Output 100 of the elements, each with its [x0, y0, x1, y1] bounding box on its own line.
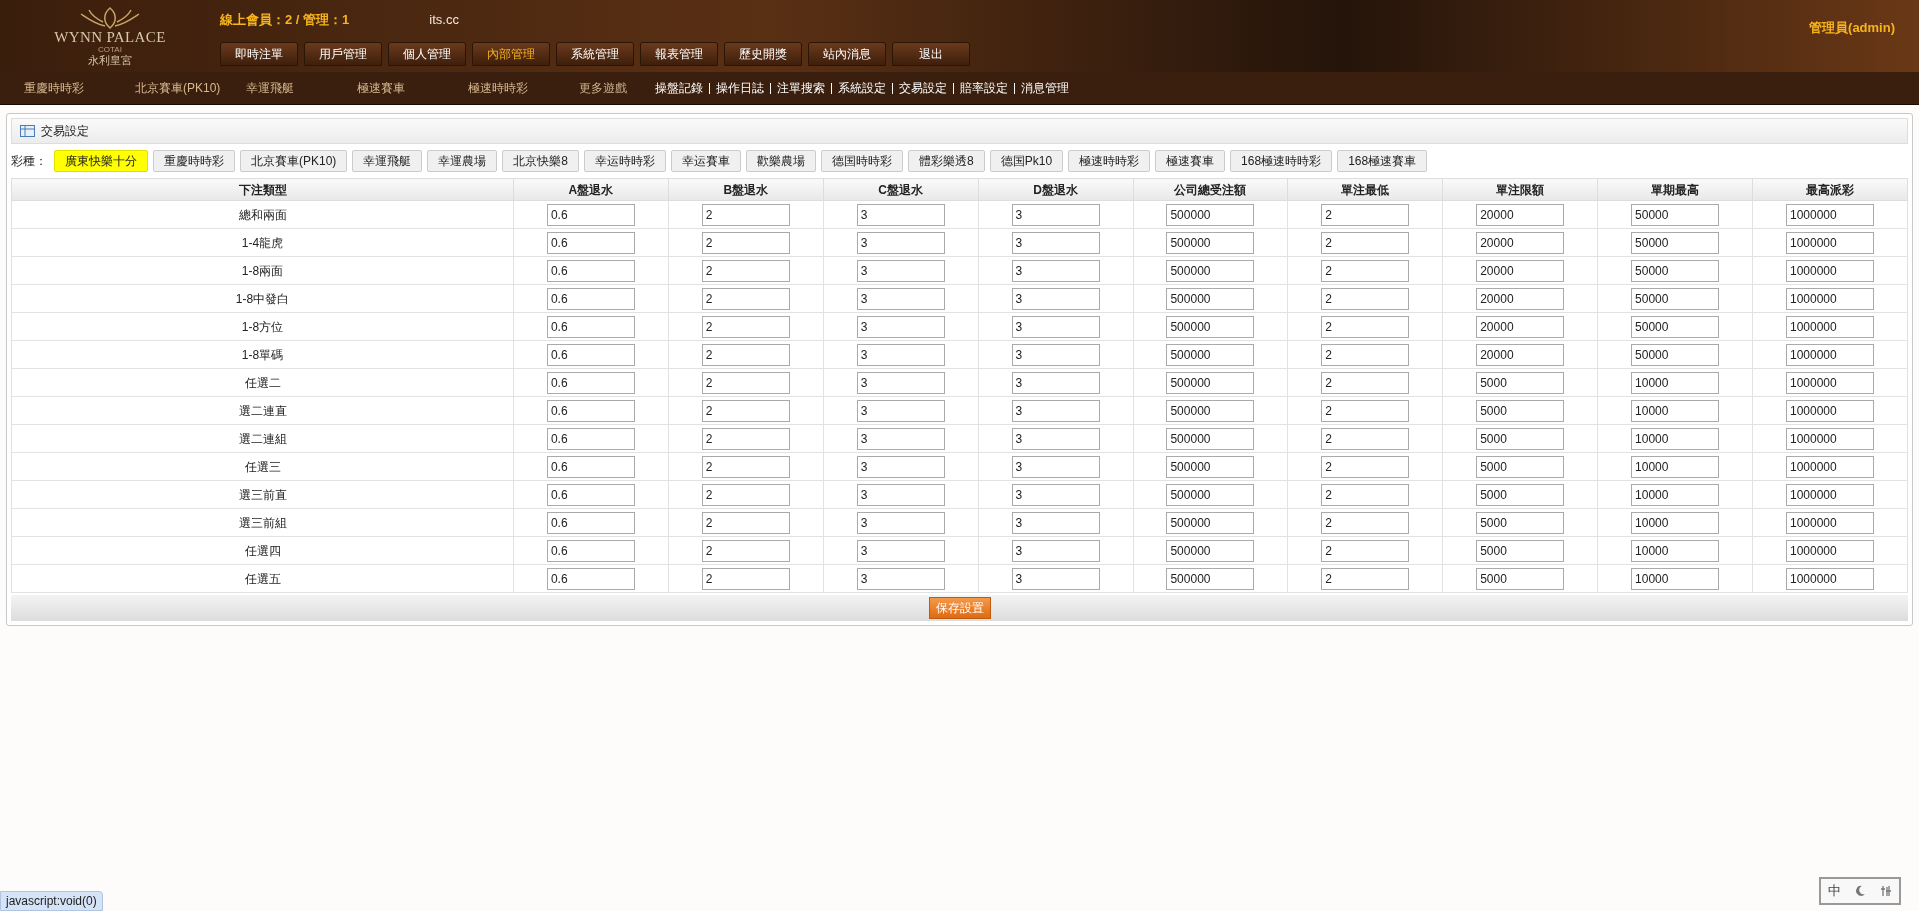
value-field[interactable]: 3: [856, 371, 945, 394]
value-field[interactable]: 2: [1321, 399, 1410, 422]
value-field[interactable]: 3: [1011, 343, 1100, 366]
value-field[interactable]: 500000: [1166, 259, 1255, 282]
lottery-tab[interactable]: 體彩樂透8: [908, 150, 985, 172]
menu-button[interactable]: 用戶管理: [304, 42, 382, 66]
value-field[interactable]: 10000: [1631, 539, 1720, 562]
value-field[interactable]: 0.6: [546, 259, 635, 282]
value-field[interactable]: 500000: [1166, 315, 1255, 338]
lottery-tab[interactable]: 廣東快樂十分: [54, 150, 148, 172]
value-field[interactable]: 3: [1011, 231, 1100, 254]
value-field[interactable]: 1000000: [1786, 287, 1874, 310]
value-field[interactable]: 2: [1321, 567, 1410, 590]
value-field[interactable]: 500000: [1166, 399, 1255, 422]
admin-link[interactable]: 注單搜索: [777, 79, 825, 97]
value-field[interactable]: 3: [856, 455, 945, 478]
lottery-tab[interactable]: 幸運飛艇: [352, 150, 423, 172]
value-field[interactable]: 2: [1321, 259, 1410, 282]
value-field[interactable]: 5000: [1476, 399, 1565, 422]
value-field[interactable]: 10000: [1631, 567, 1720, 590]
value-field[interactable]: 0.6: [546, 315, 635, 338]
value-field[interactable]: 3: [856, 539, 945, 562]
value-field[interactable]: 2: [701, 343, 790, 366]
value-field[interactable]: 1000000: [1786, 539, 1874, 562]
admin-link[interactable]: 操盤記錄: [655, 79, 703, 97]
game-link[interactable]: 極速賽車: [357, 79, 468, 97]
value-field[interactable]: 3: [856, 511, 945, 534]
value-field[interactable]: 10000: [1631, 455, 1720, 478]
value-field[interactable]: 0.6: [546, 203, 635, 226]
value-field[interactable]: 5000: [1476, 427, 1565, 450]
lottery-tab[interactable]: 幸运時時彩: [584, 150, 667, 172]
value-field[interactable]: 0.6: [546, 539, 635, 562]
value-field[interactable]: 3: [1011, 203, 1100, 226]
value-field[interactable]: 1000000: [1786, 455, 1874, 478]
value-field[interactable]: 2: [701, 399, 790, 422]
value-field[interactable]: 5000: [1476, 567, 1565, 590]
value-field[interactable]: 20000: [1476, 287, 1565, 310]
lottery-tab[interactable]: 168極速時時彩: [1230, 150, 1333, 172]
game-link[interactable]: 極速時時彩: [468, 79, 579, 97]
value-field[interactable]: 20000: [1476, 259, 1565, 282]
admin-link[interactable]: 賠率設定: [960, 79, 1008, 97]
value-field[interactable]: 2: [1321, 539, 1410, 562]
value-field[interactable]: 3: [856, 231, 945, 254]
value-field[interactable]: 5000: [1476, 511, 1565, 534]
value-field[interactable]: 2: [701, 539, 790, 562]
lottery-tab[interactable]: 德国Pk10: [989, 150, 1064, 172]
lottery-tab[interactable]: 168極速賽車: [1337, 150, 1428, 172]
value-field[interactable]: 2: [1321, 231, 1410, 254]
value-field[interactable]: 1000000: [1786, 399, 1874, 422]
value-field[interactable]: 2: [1321, 483, 1410, 506]
menu-button[interactable]: 退出: [892, 42, 970, 66]
value-field[interactable]: 500000: [1166, 539, 1255, 562]
value-field[interactable]: 20000: [1476, 315, 1565, 338]
value-field[interactable]: 1000000: [1786, 427, 1874, 450]
settings-icon[interactable]: [1880, 885, 1893, 897]
value-field[interactable]: 2: [701, 455, 790, 478]
value-field[interactable]: 1000000: [1786, 511, 1874, 534]
value-field[interactable]: 500000: [1166, 203, 1255, 226]
lottery-tab[interactable]: 北京快樂8: [502, 150, 580, 172]
menu-button[interactable]: 站內消息: [808, 42, 886, 66]
game-link[interactable]: 北京賽車(PK10): [135, 79, 246, 97]
value-field[interactable]: 0.6: [546, 231, 635, 254]
value-field[interactable]: 3: [1011, 287, 1100, 310]
value-field[interactable]: 2: [701, 203, 790, 226]
game-link[interactable]: 幸運飛艇: [246, 79, 357, 97]
menu-button[interactable]: 即時注單: [220, 42, 298, 66]
value-field[interactable]: 500000: [1166, 371, 1255, 394]
value-field[interactable]: 2: [701, 427, 790, 450]
value-field[interactable]: 2: [1321, 287, 1410, 310]
value-field[interactable]: 5000: [1476, 371, 1565, 394]
lottery-tab[interactable]: 幸运賽車: [671, 150, 742, 172]
value-field[interactable]: 3: [856, 315, 945, 338]
value-field[interactable]: 500000: [1166, 231, 1255, 254]
value-field[interactable]: 1000000: [1786, 371, 1874, 394]
value-field[interactable]: 3: [856, 287, 945, 310]
value-field[interactable]: 50000: [1631, 259, 1720, 282]
admin-link[interactable]: 交易設定: [899, 79, 947, 97]
menu-button[interactable]: 內部管理: [472, 42, 550, 66]
value-field[interactable]: 500000: [1166, 567, 1255, 590]
value-field[interactable]: 2: [701, 287, 790, 310]
lottery-tab[interactable]: 德国時時彩: [821, 150, 904, 172]
value-field[interactable]: 2: [701, 371, 790, 394]
value-field[interactable]: 2: [1321, 371, 1410, 394]
menu-button[interactable]: 報表管理: [640, 42, 718, 66]
value-field[interactable]: 10000: [1631, 511, 1720, 534]
lottery-tab[interactable]: 極速時時彩: [1068, 150, 1151, 172]
value-field[interactable]: 2: [701, 567, 790, 590]
lottery-tab[interactable]: 極速賽車: [1155, 150, 1226, 172]
value-field[interactable]: 3: [1011, 427, 1100, 450]
value-field[interactable]: 0.6: [546, 511, 635, 534]
value-field[interactable]: 2: [701, 315, 790, 338]
value-field[interactable]: 1000000: [1786, 343, 1874, 366]
game-link[interactable]: 更多遊戲: [579, 79, 627, 97]
value-field[interactable]: 3: [1011, 511, 1100, 534]
value-field[interactable]: 1000000: [1786, 231, 1874, 254]
value-field[interactable]: 3: [1011, 371, 1100, 394]
value-field[interactable]: 2: [1321, 315, 1410, 338]
value-field[interactable]: 500000: [1166, 287, 1255, 310]
value-field[interactable]: 0.6: [546, 427, 635, 450]
value-field[interactable]: 0.6: [546, 483, 635, 506]
